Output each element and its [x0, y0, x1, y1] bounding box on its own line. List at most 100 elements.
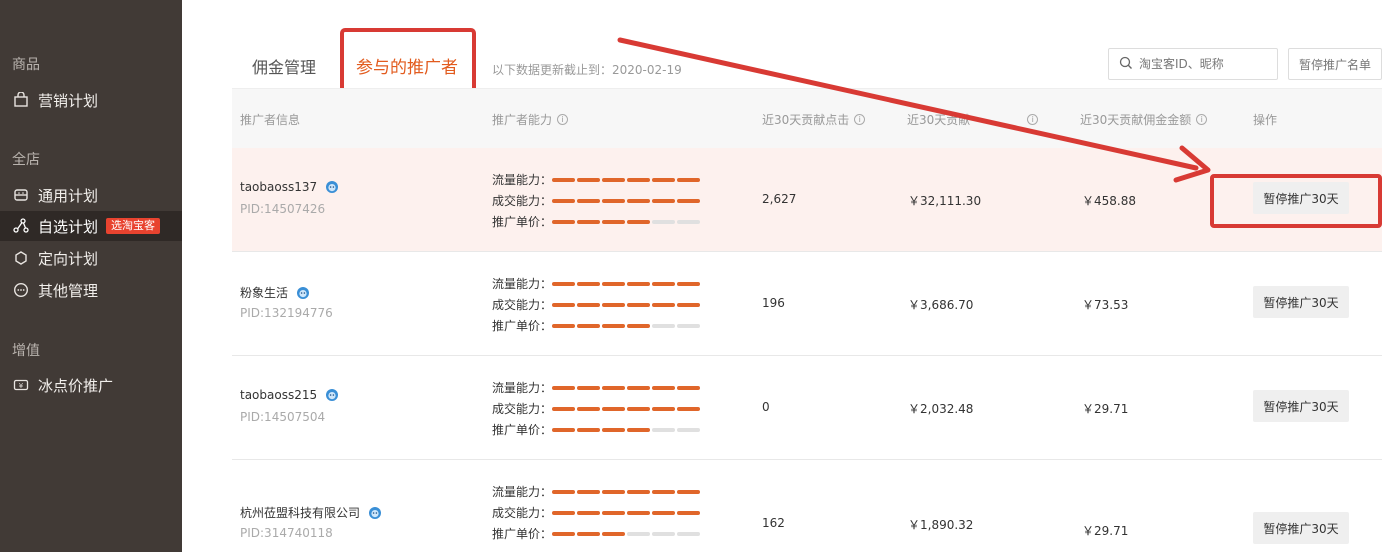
- ability-bar-segment: [627, 406, 650, 411]
- header-amount: 近30天贡献 i: [907, 111, 1039, 128]
- ability-bar-segment: [627, 510, 650, 515]
- ability-bar: [552, 281, 700, 286]
- ability-bar-segment: [677, 198, 700, 203]
- sidebar-item-targeted-plan[interactable]: 定向计划: [0, 243, 182, 273]
- commission-value: ￥29.71: [1082, 402, 1129, 416]
- wangwang-icon[interactable]: [325, 180, 339, 194]
- table-row: taobaoss215 PID:14507504 流量能力： 成交能力： 推广单价： 0 ￥…: [232, 356, 1382, 460]
- promoter-name: 粉象生活: [240, 284, 310, 301]
- info-icon[interactable]: i: [557, 114, 569, 125]
- tab-commission-management[interactable]: 佣金管理: [252, 54, 316, 78]
- ability-bar-segment: [652, 323, 675, 328]
- wangwang-icon[interactable]: [296, 286, 310, 300]
- ability-bar: [552, 219, 700, 224]
- ability-label: 推广单价：: [492, 319, 553, 333]
- sidebar-item-marketing-plan[interactable]: 营销计划: [0, 85, 182, 115]
- data-update-notice: 以下数据更新截止到：2020-02-19: [492, 63, 682, 77]
- search-box[interactable]: [1108, 48, 1278, 80]
- ability-bar-segment: [627, 427, 650, 432]
- info-icon[interactable]: i: [1196, 114, 1208, 125]
- sidebar-item-label: 营销计划: [38, 91, 99, 110]
- ability-bar-segment: [677, 510, 700, 515]
- ability-bar-segment: [677, 385, 700, 390]
- ability-bar-segment: [627, 531, 650, 536]
- promoter-pid: PID:14507504: [240, 410, 326, 424]
- ability-label: 成交能力：: [492, 298, 553, 312]
- ability-bar-segment: [552, 219, 575, 224]
- ability-bar-segment: [677, 531, 700, 536]
- ability-bar-segment: [577, 406, 600, 411]
- ability-bar-segment: [577, 489, 600, 494]
- ability-bar-segment: [577, 198, 600, 203]
- sidebar: 商品 营销计划 全店 通用计划 自选计划 选淘宝客 定向计划 其他管理 增值 ¥…: [0, 0, 182, 552]
- ability-bar-segment: [627, 281, 650, 286]
- ability-bar-segment: [652, 531, 675, 536]
- ability-bar-segment: [677, 281, 700, 286]
- ability-bar-segment: [602, 427, 625, 432]
- ability-bar-segment: [577, 531, 600, 536]
- sidebar-section-goods: 商品: [12, 57, 40, 73]
- info-icon[interactable]: i: [854, 114, 866, 125]
- ability-bar-segment: [652, 281, 675, 286]
- target-icon: [12, 249, 30, 267]
- ability-bar-segment: [652, 219, 675, 224]
- ability-label: 成交能力：: [492, 402, 553, 416]
- table-header: 推广者信息 推广者能力 i 近30天贡献点击 i 近30天贡献 i 近30天贡献佣金金…: [232, 88, 1382, 148]
- ability-label: 推广单价：: [492, 215, 553, 229]
- sidebar-item-label: 定向计划: [38, 249, 99, 268]
- sidebar-item-other-management[interactable]: 其他管理: [0, 275, 182, 305]
- ability-bar-segment: [602, 406, 625, 411]
- wangwang-icon[interactable]: [368, 506, 382, 520]
- ability-bar-segment: [627, 489, 650, 494]
- ability-bar: [552, 198, 700, 203]
- annotation-box-action: [1210, 174, 1382, 228]
- search-icon: [1119, 55, 1133, 74]
- ability-bar: [552, 302, 700, 307]
- table-row: 粉象生活 PID:132194776 流量能力： 成交能力： 推广单价： 196 ￥3,68…: [232, 252, 1382, 356]
- sidebar-item-general-plan[interactable]: 通用计划: [0, 180, 182, 210]
- ability-bar-segment: [577, 510, 600, 515]
- amount-value: ￥1,890.32: [908, 518, 974, 532]
- wangwang-icon[interactable]: [325, 388, 339, 402]
- ability-label: 推广单价：: [492, 527, 553, 541]
- ability-label: 成交能力：: [492, 506, 553, 520]
- promoter-pid: PID:132194776: [240, 306, 333, 320]
- ability-bar-segment: [577, 323, 600, 328]
- promoter-ability: 流量能力： 成交能力： 推广单价：: [492, 481, 700, 544]
- store-icon: [12, 186, 30, 204]
- ability-bar-segment: [627, 302, 650, 307]
- pause-30-days-button[interactable]: 暂停推广30天: [1253, 286, 1349, 318]
- sidebar-item-custom-plan[interactable]: 自选计划 选淘宝客: [0, 211, 182, 241]
- sidebar-item-freezing-price[interactable]: ¥ 冰点价推广: [0, 370, 182, 400]
- table-row: 杭州莅盟科技有限公司 PID:314740118 流量能力： 成交能力： 推广单价： 16…: [232, 460, 1382, 552]
- ability-bar-segment: [677, 177, 700, 182]
- bag-icon: [12, 91, 30, 109]
- sidebar-section-store: 全店: [12, 152, 40, 168]
- header-promoter-ability: 推广者能力 i: [492, 111, 569, 128]
- search-input[interactable]: [1139, 57, 1265, 71]
- info-icon[interactable]: i: [1027, 114, 1039, 125]
- ability-bar: [552, 406, 700, 411]
- header-commission: 近30天贡献佣金金额 i: [1080, 111, 1208, 128]
- pause-30-days-button[interactable]: 暂停推广30天: [1253, 512, 1349, 544]
- ability-label: 成交能力：: [492, 194, 553, 208]
- ability-bar-segment: [677, 427, 700, 432]
- promoter-ability: 流量能力： 成交能力： 推广单价：: [492, 273, 700, 336]
- ability-bar-segment: [652, 385, 675, 390]
- pause-list-button[interactable]: 暂停推广名单: [1288, 48, 1382, 80]
- clicks-value: 0: [762, 400, 770, 414]
- ability-bar-segment: [652, 427, 675, 432]
- yen-icon: ¥: [12, 376, 30, 394]
- ability-bar-segment: [577, 427, 600, 432]
- ability-bar-segment: [602, 219, 625, 224]
- ability-bar-segment: [627, 198, 650, 203]
- ability-bar-segment: [552, 198, 575, 203]
- commission-value: ￥29.71: [1082, 524, 1129, 538]
- sidebar-item-label: 通用计划: [38, 186, 99, 205]
- pause-30-days-button[interactable]: 暂停推广30天: [1253, 390, 1349, 422]
- clicks-value: 2,627: [762, 192, 797, 206]
- ability-bar-segment: [552, 406, 575, 411]
- ability-bar-segment: [627, 219, 650, 224]
- commission-value: ￥73.53: [1082, 298, 1129, 312]
- ability-bar: [552, 531, 700, 536]
